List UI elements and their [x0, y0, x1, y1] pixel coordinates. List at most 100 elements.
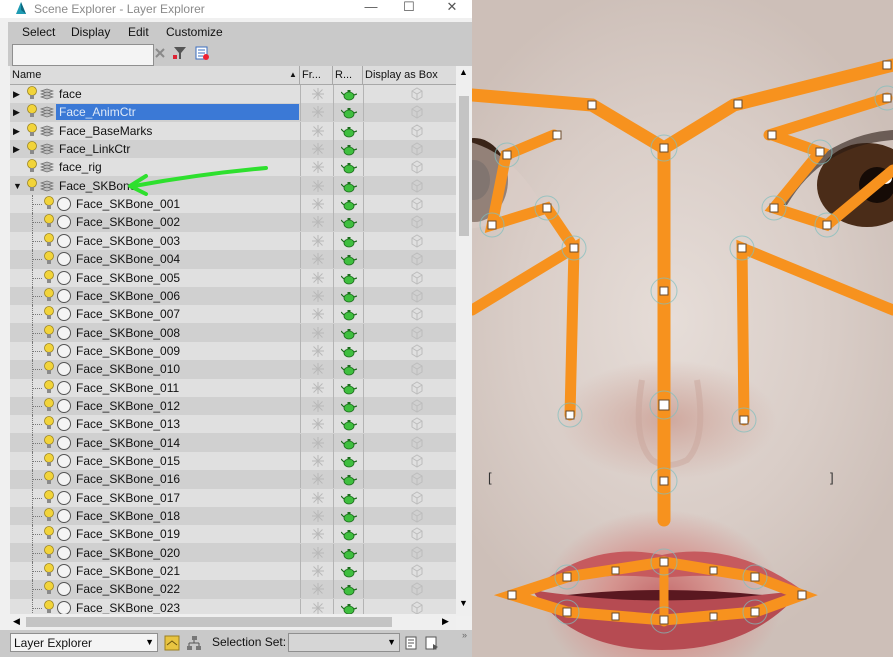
- box-icon[interactable]: [410, 289, 424, 303]
- snowflake-icon[interactable]: [312, 363, 324, 376]
- render-cell[interactable]: [333, 121, 364, 140]
- object-row[interactable]: Face_SKBone_002: [10, 213, 456, 232]
- snowflake-icon[interactable]: [312, 381, 324, 394]
- expand-icon[interactable]: ▶: [13, 107, 20, 118]
- box-icon[interactable]: [410, 399, 424, 413]
- teapot-icon[interactable]: [341, 492, 357, 505]
- box-icon[interactable]: [410, 160, 424, 174]
- snowflake-icon[interactable]: [312, 253, 324, 266]
- lightbulb-icon[interactable]: [43, 269, 55, 284]
- name-cell[interactable]: Face_SKBone_005: [10, 268, 300, 287]
- object-row[interactable]: Face_SKBone_004: [10, 250, 456, 269]
- display-as-box-cell[interactable]: [363, 488, 456, 507]
- teapot-icon[interactable]: [341, 88, 357, 101]
- name-cell[interactable]: ▶ face: [10, 85, 300, 103]
- col-display-as-box[interactable]: Display as Box: [363, 66, 455, 84]
- title-bar[interactable]: Scene Explorer - Layer Explorer — ☐ ✕: [0, 0, 472, 18]
- lightbulb-icon[interactable]: [26, 122, 38, 137]
- teapot-icon[interactable]: [341, 198, 357, 211]
- name-cell[interactable]: Face_SKBone_018: [10, 507, 300, 526]
- display-as-box-cell[interactable]: [363, 378, 456, 397]
- expand-icon[interactable]: ▶: [13, 89, 20, 100]
- display-as-box-cell[interactable]: [363, 250, 456, 269]
- teapot-icon[interactable]: [341, 235, 357, 248]
- box-icon[interactable]: [410, 87, 424, 101]
- snowflake-icon[interactable]: [312, 455, 324, 467]
- object-row[interactable]: Face_SKBone_009: [10, 341, 456, 360]
- snowflake-icon[interactable]: [312, 216, 324, 229]
- teapot-icon[interactable]: [341, 382, 357, 395]
- display-as-box-cell[interactable]: [363, 470, 456, 489]
- layer-row[interactable]: ▶ face: [10, 85, 456, 103]
- freeze-cell[interactable]: [300, 176, 334, 195]
- snowflake-icon[interactable]: [312, 88, 324, 100]
- teapot-icon[interactable]: [341, 180, 357, 193]
- snowflake-icon[interactable]: [312, 528, 324, 541]
- render-cell[interactable]: [333, 562, 364, 581]
- freeze-cell[interactable]: [300, 562, 334, 581]
- scroll-right-icon[interactable]: ▶: [442, 616, 449, 627]
- lightbulb-icon[interactable]: [43, 434, 55, 449]
- object-row[interactable]: Face_SKBone_016: [10, 470, 456, 489]
- teapot-icon[interactable]: [341, 437, 357, 450]
- scroll-left-icon[interactable]: ◀: [13, 616, 20, 627]
- freeze-cell[interactable]: [300, 415, 334, 434]
- name-cell[interactable]: Face_SKBone_006: [10, 286, 300, 305]
- lightbulb-icon[interactable]: [43, 287, 55, 302]
- box-icon[interactable]: [410, 491, 424, 505]
- snowflake-icon[interactable]: [312, 124, 324, 137]
- teapot-icon[interactable]: [341, 327, 357, 340]
- render-cell[interactable]: [333, 140, 364, 159]
- render-cell[interactable]: [333, 213, 364, 232]
- teapot-icon[interactable]: [341, 400, 357, 413]
- layer-sort-icon[interactable]: [164, 635, 180, 651]
- lightbulb-icon[interactable]: [43, 508, 55, 522]
- lightbulb-icon[interactable]: [43, 361, 55, 375]
- render-cell[interactable]: [333, 598, 364, 614]
- hierarchy-icon[interactable]: [186, 635, 202, 651]
- lightbulb-icon[interactable]: [26, 141, 38, 155]
- menu-edit[interactable]: Edit: [128, 25, 149, 39]
- teapot-icon[interactable]: [341, 253, 357, 266]
- render-cell[interactable]: [333, 525, 364, 544]
- render-cell[interactable]: [333, 360, 364, 379]
- render-cell[interactable]: [333, 488, 364, 507]
- name-cell[interactable]: Face_SKBone_017: [10, 488, 300, 507]
- freeze-cell[interactable]: [300, 470, 334, 489]
- name-cell[interactable]: Face_SKBone_015: [10, 452, 300, 470]
- object-row[interactable]: Face_SKBone_023: [10, 598, 456, 614]
- freeze-cell[interactable]: [300, 580, 334, 599]
- viewport-3d[interactable]: [ ]: [472, 0, 893, 657]
- box-icon[interactable]: [410, 142, 424, 156]
- freeze-cell[interactable]: [300, 543, 334, 562]
- render-cell[interactable]: [333, 158, 364, 177]
- box-icon[interactable]: [410, 472, 424, 486]
- snowflake-icon[interactable]: [312, 198, 324, 211]
- freeze-cell[interactable]: [300, 250, 334, 269]
- expand-icon[interactable]: ▶: [13, 126, 20, 137]
- name-cell[interactable]: Face_SKBone_023: [10, 598, 300, 614]
- teapot-icon[interactable]: [341, 106, 357, 119]
- box-icon[interactable]: [410, 417, 424, 431]
- layer-row[interactable]: ▶ Face_AnimCtr: [10, 103, 456, 122]
- box-icon[interactable]: [410, 105, 424, 119]
- snowflake-icon[interactable]: [312, 326, 324, 339]
- display-as-box-cell[interactable]: [363, 195, 456, 214]
- snowflake-icon[interactable]: [312, 565, 324, 578]
- snowflake-icon[interactable]: [312, 473, 324, 486]
- render-cell[interactable]: [333, 286, 364, 305]
- snowflake-icon[interactable]: [312, 546, 324, 559]
- name-cell[interactable]: Face_SKBone_010: [10, 360, 300, 379]
- render-cell[interactable]: [333, 176, 364, 195]
- horizontal-scrollbar[interactable]: ◀ ▶: [10, 614, 456, 630]
- object-row[interactable]: Face_SKBone_019: [10, 525, 456, 544]
- snowflake-icon[interactable]: [312, 491, 324, 504]
- object-row[interactable]: Face_SKBone_011: [10, 378, 456, 397]
- freeze-cell[interactable]: [300, 598, 334, 614]
- name-cell[interactable]: ▶ Face_LinkCtr: [10, 140, 300, 158]
- object-row[interactable]: Face_SKBone_001: [10, 195, 456, 214]
- display-as-box-cell[interactable]: [363, 85, 456, 103]
- render-cell[interactable]: [333, 250, 364, 269]
- lightbulb-icon[interactable]: [43, 398, 55, 412]
- box-icon[interactable]: [410, 601, 424, 614]
